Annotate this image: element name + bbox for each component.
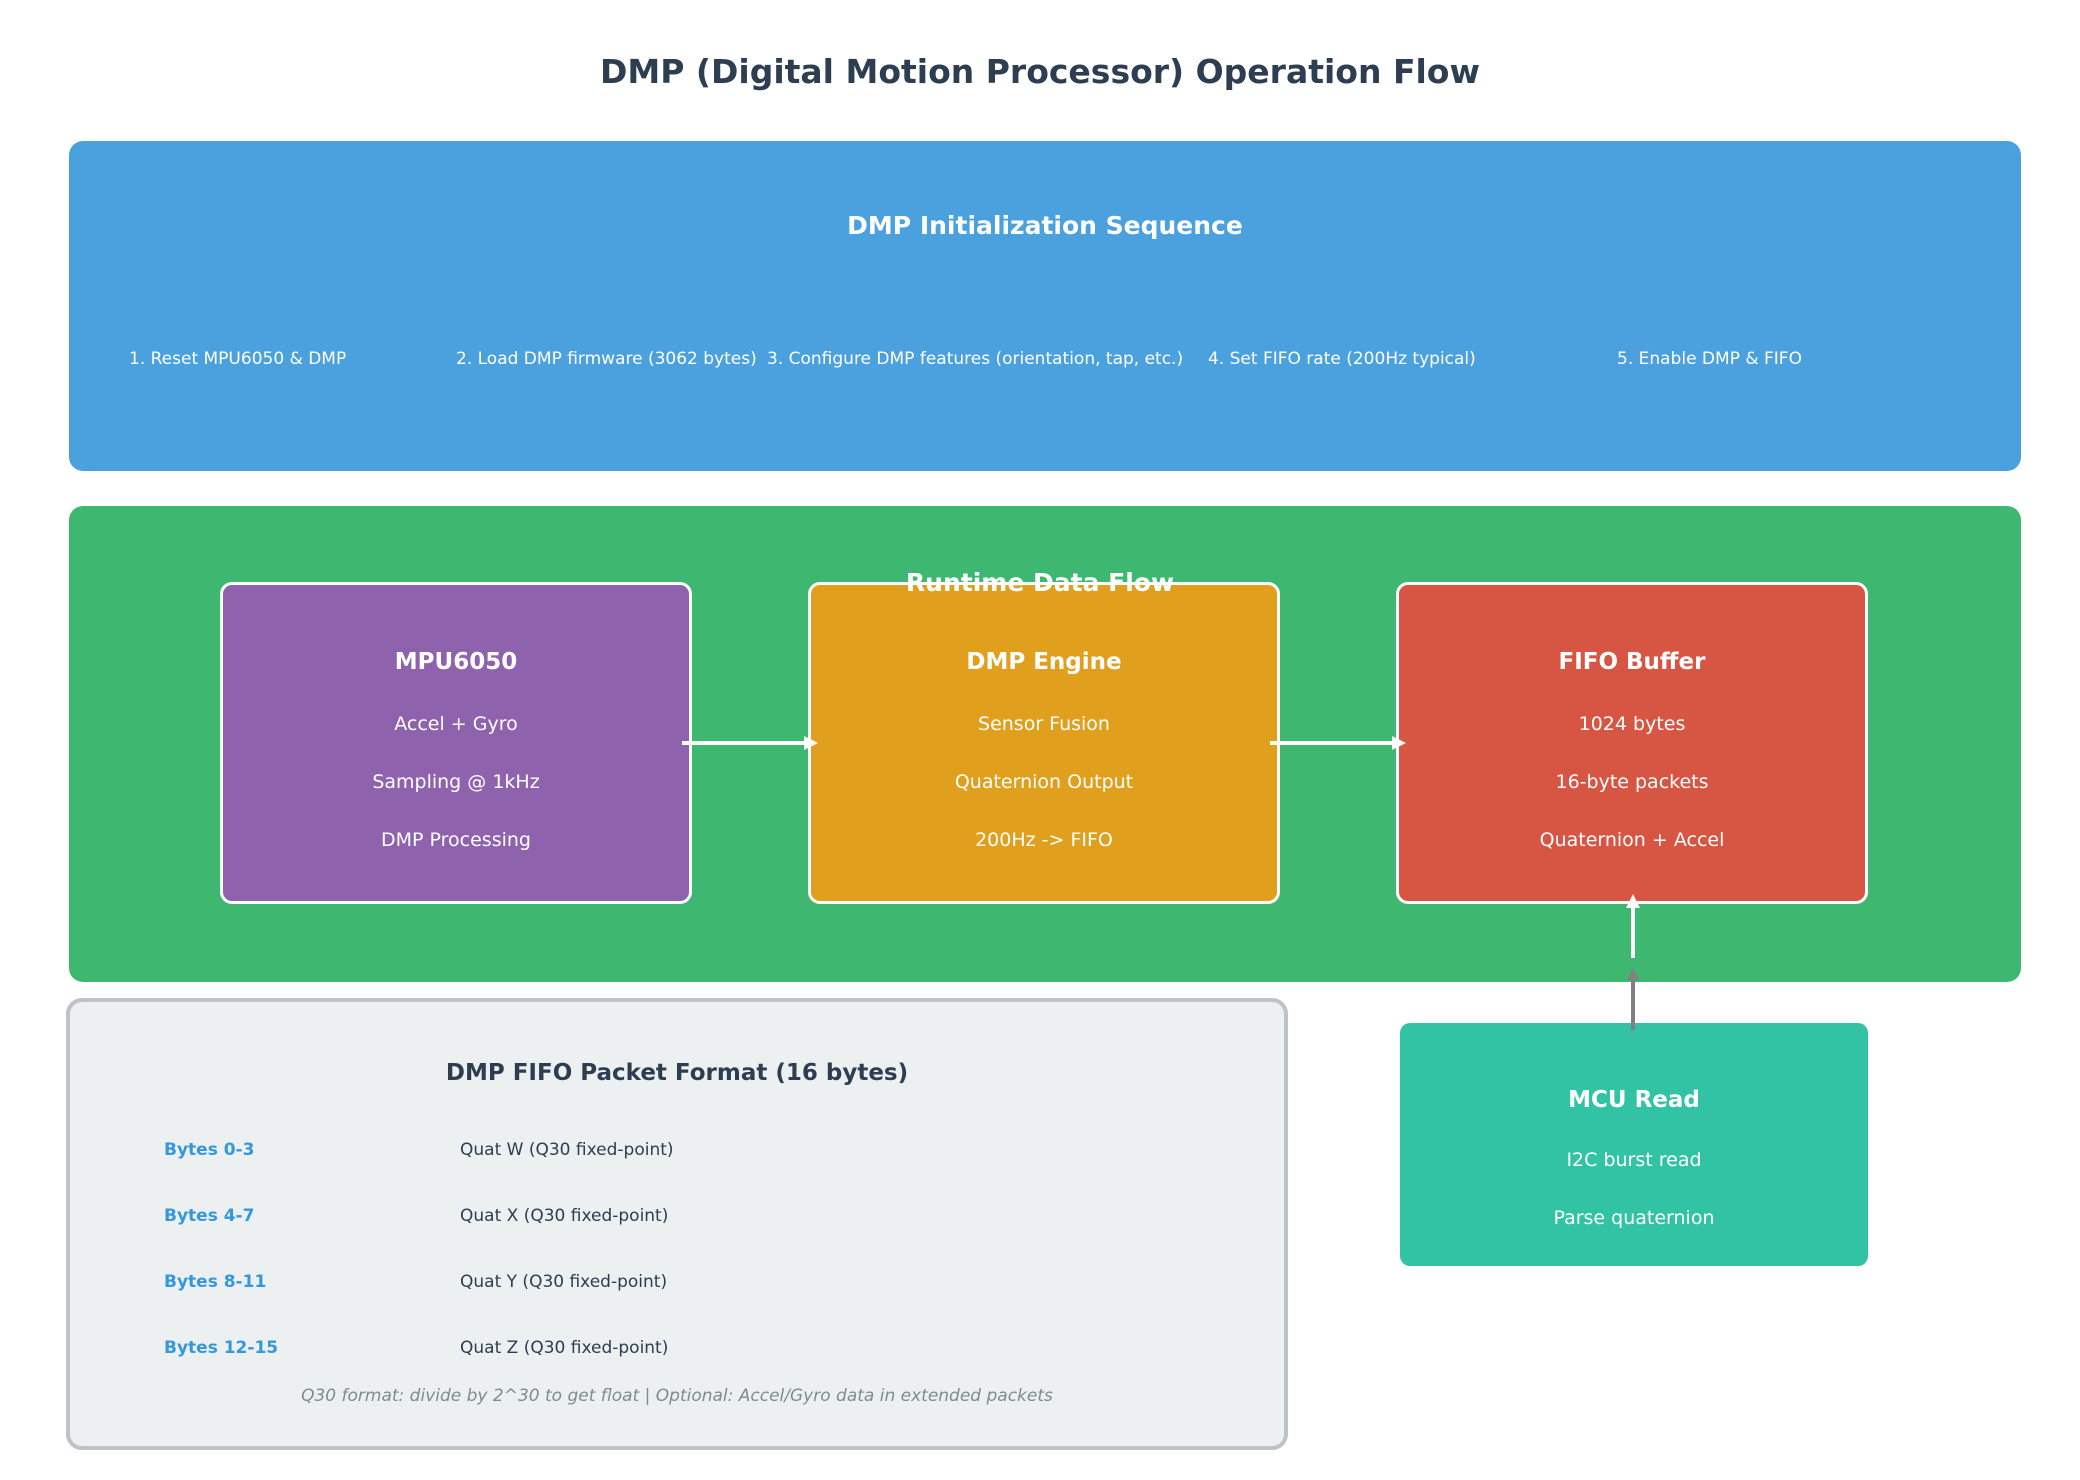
arrow-mcu-to-fifo [1626,894,1640,1030]
arrow-dmp-to-fifo [1270,736,1406,750]
arrow-mpu-to-dmp [682,736,818,750]
flow-arrows [682,736,1640,1030]
